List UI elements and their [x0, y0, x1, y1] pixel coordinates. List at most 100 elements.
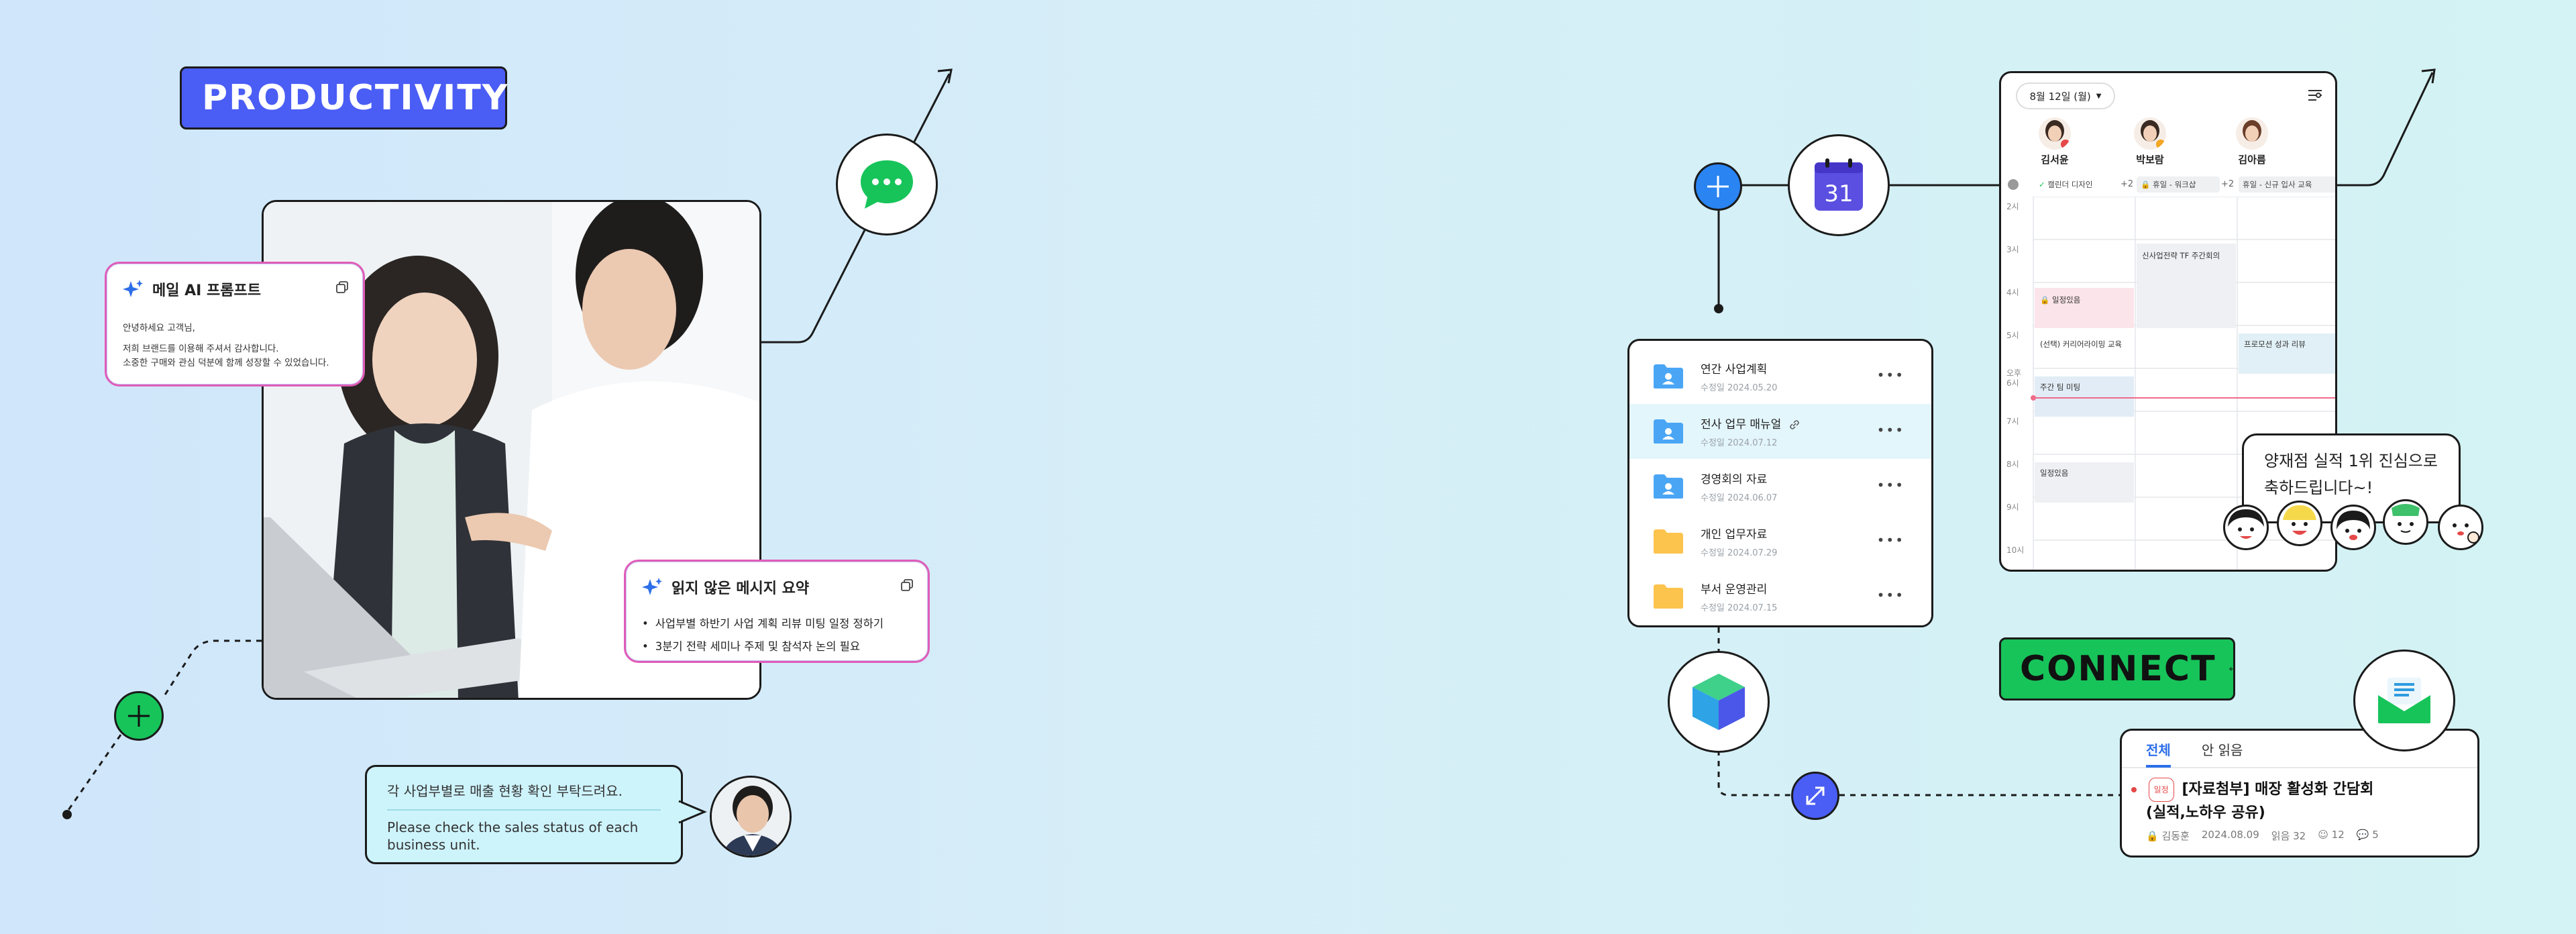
avatar — [2134, 117, 2166, 150]
calendar-event[interactable]: 🔒 일정있음 — [2036, 291, 2084, 309]
mail-subject-line1: [자료첨부] 매장 활성화 간담회 — [2182, 781, 2374, 798]
hour-label: 5시 — [2006, 331, 2019, 340]
person-name: 김서윤 — [2041, 154, 2069, 166]
mail-ai-prompt-card[interactable]: 메일 AI 프롬프트 안녕하세요 고객님, 저희 브랜드를 이용해 주셔서 감사… — [105, 262, 365, 386]
copy-icon[interactable] — [901, 579, 913, 591]
more-options-icon[interactable]: ••• — [1877, 533, 1904, 547]
productivity-tag: PRODUCTIVITY — [180, 66, 507, 129]
calendar-date-dropdown[interactable]: 8월 12일 (월) ▼ — [2016, 83, 2115, 109]
hour-label: 10시 — [2006, 546, 2025, 555]
plus-icon — [2229, 666, 2233, 672]
lock-icon: 🔒 — [2146, 830, 2159, 842]
unread-summary-list: 사업부별 하반기 사업 계획 리뷰 미팅 일정 정하기 3분기 전략 세미나 주… — [642, 613, 912, 658]
congrats-line1: 양재점 실적 1위 진심으로 — [2264, 452, 2438, 470]
file-row[interactable]: 경영회의 자료 수정일 2024.06.07 ••• — [1629, 459, 1931, 514]
file-row[interactable]: 개인 업무자료 수정일 2024.07.29 ••• — [1629, 514, 1931, 569]
mail-list-panel: 전체 안 읽음 일정 [자료첨부] 매장 활성화 간담회 (실적,노하우 공유)… — [2120, 729, 2479, 858]
add-schedule-button[interactable] — [1694, 162, 1742, 211]
file-date: 수정일 2024.07.12 — [1701, 438, 1778, 448]
comment-icon: 💬 — [2356, 829, 2369, 841]
ai-sparkle-icon — [642, 578, 662, 595]
character-emoji-icon — [2330, 505, 2376, 550]
mail-ai-title: 메일 AI 프롬프트 — [152, 282, 261, 299]
copy-icon[interactable] — [336, 281, 348, 293]
hour-label: 8시 — [2006, 460, 2019, 469]
all-day-event[interactable]: 휴일 - 신규 입사 교육 — [2239, 176, 2335, 193]
smile-icon: ☺ — [2318, 829, 2328, 841]
avatar — [2236, 117, 2268, 150]
shared-folder-icon — [1652, 473, 1684, 500]
more-options-icon[interactable]: ••• — [1877, 478, 1904, 492]
file-name: 경영회의 자료 — [1701, 473, 1768, 486]
file-name: 연간 사업계획 — [1701, 363, 1768, 376]
collapse-icon[interactable] — [2008, 179, 2019, 190]
chevron-down-icon: ▼ — [2096, 92, 2102, 100]
hour-label: 7시 — [2006, 417, 2019, 426]
all-day-event[interactable]: ✓ 캘린더 디자인 — [2035, 176, 2121, 193]
mail-sender: 김동훈 — [2161, 830, 2190, 842]
shared-folder-icon — [1652, 418, 1684, 445]
file-row[interactable]: 연간 사업계획 수정일 2024.05.20 ••• — [1629, 349, 1931, 404]
unread-summary-item: 3분기 전략 세미나 주제 및 참석자 논의 필요 — [642, 635, 912, 658]
calendar-person[interactable]: 김서윤 — [2028, 117, 2082, 166]
more-count[interactable]: +2 — [2221, 179, 2234, 189]
calendar-event[interactable]: 주간 팀 미팅 — [2036, 378, 2084, 397]
all-day-event[interactable]: 🔒 휴일 - 워크샵 — [2137, 176, 2220, 193]
drive-circle[interactable] — [1668, 651, 1770, 753]
avatar — [2039, 117, 2071, 150]
more-count[interactable]: +2 — [2121, 179, 2133, 189]
calendar-person[interactable]: 김아름 — [2225, 117, 2279, 166]
add-button[interactable] — [114, 691, 164, 741]
calendar-day: 31 — [1824, 180, 1853, 207]
folder-icon — [1652, 583, 1684, 610]
tab-all[interactable]: 전체 — [2146, 731, 2171, 768]
file-list-panel: 연간 사업계획 수정일 2024.05.20 ••• 전사 업무 매뉴얼 수정일… — [1627, 339, 1933, 627]
mail-ai-greeting: 안녕하세요 고객님, — [123, 323, 195, 333]
file-date: 수정일 2024.07.29 — [1701, 548, 1778, 558]
hour-label: 9시 — [2006, 503, 2019, 512]
mail-subject-line2: (실적,노하우 공유) — [2146, 805, 2265, 821]
calendar-person[interactable]: 박보람 — [2123, 117, 2177, 166]
mail-reads: 읽음 32 — [2271, 830, 2306, 842]
folder-icon — [1652, 528, 1684, 555]
link-icon — [1789, 420, 1799, 429]
hour-label: 4시 — [2006, 288, 2019, 297]
calendar-circle[interactable]: 31 — [1788, 134, 1890, 236]
file-row[interactable]: 전사 업무 매뉴얼 수정일 2024.07.12 ••• — [1629, 404, 1931, 459]
calendar-event[interactable]: 일정있음 — [2036, 464, 2072, 482]
expand-button[interactable] — [1791, 772, 1839, 820]
mail-comments: 5 — [2372, 829, 2379, 841]
tab-unread[interactable]: 안 읽음 — [2202, 739, 2243, 759]
calendar-event[interactable]: 프로모션 성과 리뷰 — [2240, 335, 2310, 354]
calendar-event[interactable]: 신사업전략 TF 주간회의 — [2138, 246, 2224, 265]
filter-icon[interactable] — [2307, 88, 2323, 103]
unread-summary-card[interactable]: 읽지 않은 메시지 요약 사업부별 하반기 사업 계획 리뷰 미팅 일정 정하기… — [624, 560, 930, 663]
mail-circle[interactable] — [2353, 650, 2455, 751]
person-name: 김아름 — [2238, 154, 2266, 166]
character-emoji-icon — [2383, 499, 2428, 545]
chat-message-korean: 각 사업부별로 매출 현황 확인 부탁드려요. — [387, 780, 661, 811]
calendar-icon: 31 — [1815, 158, 1863, 211]
chat-message-english: Please check the sales status of each bu… — [387, 819, 639, 853]
cube-icon — [1693, 674, 1745, 730]
calendar-date-label: 8월 12일 (월) — [2029, 90, 2091, 103]
more-options-icon[interactable]: ••• — [1877, 423, 1904, 437]
mail-ai-line2: 소중한 구매와 관심 덕분에 함께 성장할 수 있었습니다. — [123, 358, 329, 368]
file-date: 수정일 2024.05.20 — [1701, 383, 1778, 393]
character-emoji-icon — [2438, 505, 2483, 550]
avatar — [710, 776, 792, 858]
bubble-tail — [678, 800, 707, 824]
calendar-event[interactable]: (선택) 커리어라이밍 교육 — [2036, 335, 2126, 354]
expand-arrows-icon — [1806, 786, 1825, 805]
mail-item[interactable]: 일정 [자료첨부] 매장 활성화 간담회 (실적,노하우 공유) — [2131, 778, 2374, 825]
file-date: 수정일 2024.06.07 — [1701, 493, 1778, 503]
more-options-icon[interactable]: ••• — [1877, 368, 1904, 382]
hour-label: 3시 — [2006, 245, 2019, 254]
file-row[interactable]: 부서 운영관리 수정일 2024.07.15 ••• — [1629, 569, 1931, 624]
unread-summary-item: 사업부별 하반기 사업 계획 리뷰 미팅 일정 정하기 — [642, 613, 912, 635]
connect-tag: CONNECT — [1999, 637, 2235, 701]
person-name: 박보람 — [2136, 154, 2164, 166]
more-options-icon[interactable]: ••• — [1877, 588, 1904, 602]
chat-circle[interactable] — [836, 134, 938, 236]
ai-sparkle-icon — [123, 280, 143, 297]
